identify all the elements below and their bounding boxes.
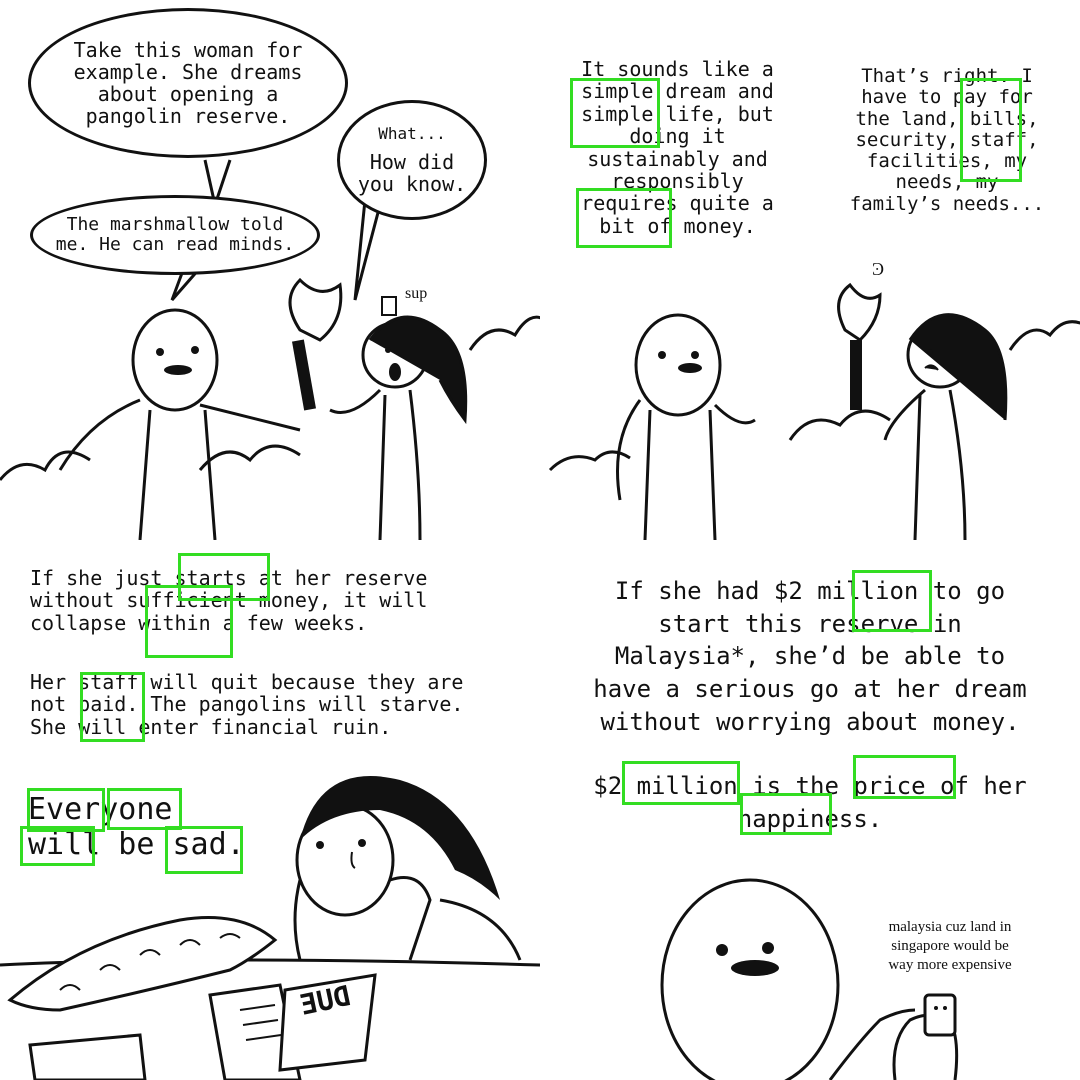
speech-bubble-marshmallow: The marshmallow told me. He can read min… [30, 195, 320, 275]
comic-panel-3: If she just starts at her reserve withou… [0, 540, 540, 1080]
caption-everyone-sad: Everyone will be sad. [28, 792, 245, 863]
speech-bubble-how-did-you-know: What... How did you know. [337, 100, 487, 220]
comic-panel-4: If she had $2 million to go start this r… [540, 540, 1080, 1080]
comic-panel-2: It sounds like a simple dream and simple… [540, 0, 1080, 540]
speech-bubble-woman-example: Take this woman for example. She dreams … [28, 8, 348, 158]
caption-two-million-dream: If she had $2 million to go start this r… [593, 577, 1027, 736]
comic-panel-1: Take this woman for example. She dreams … [0, 0, 540, 540]
speech-text-what: What... [378, 124, 446, 144]
speech-text-woman-example: Take this woman for example. She dreams … [73, 38, 303, 128]
caption-price-of-happiness: $2 million is the price of her happiness… [593, 772, 1027, 833]
caption-simple-dream: It sounds like a simple dream and simple… [581, 57, 774, 238]
phone-note: sup [405, 285, 428, 302]
caption-pay-for-land: That’s right. I have to pay for the land… [849, 65, 1045, 215]
speech-text-how-did-you-know: How did you know. [357, 149, 467, 196]
footnote-malaysia: malaysia cuz land in singapore would be … [888, 919, 1012, 973]
caption-staff-quit: Her staff will quit because they are not… [30, 670, 464, 739]
caption-collapse: If she just starts at her reserve withou… [30, 566, 428, 635]
speech-text-marshmallow: The marshmallow told me. He can read min… [55, 214, 295, 255]
thought-mark: Ͽ [872, 259, 885, 279]
